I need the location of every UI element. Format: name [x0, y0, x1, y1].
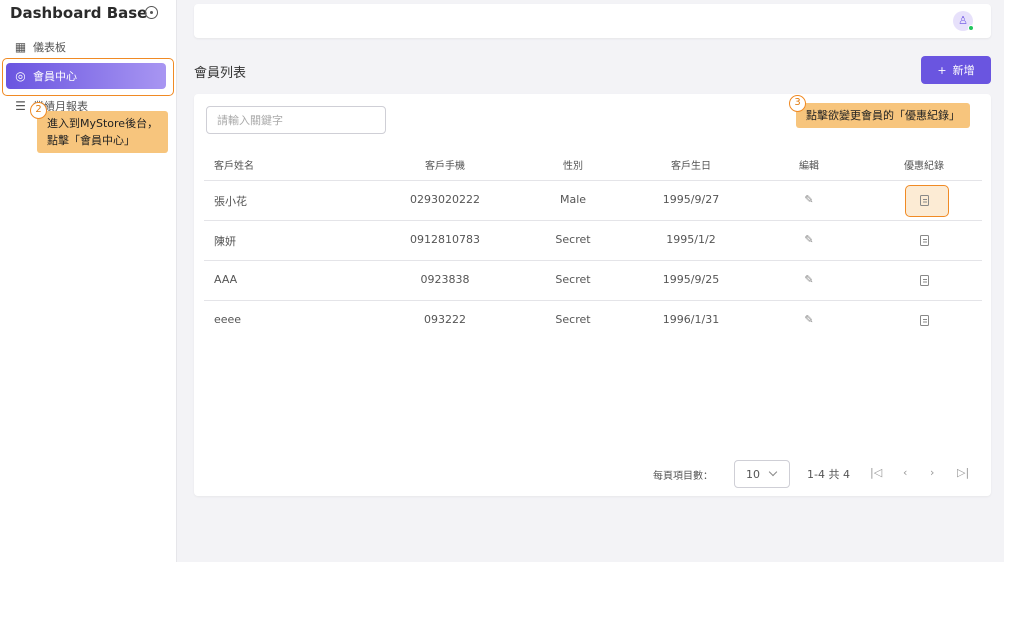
cell-name: AAA	[214, 273, 238, 286]
coupon-record-icon[interactable]	[920, 275, 929, 286]
column-header-birthday: 客戶生日	[671, 161, 711, 172]
per-page-label: 每頁項目數：	[653, 471, 713, 482]
page-range: 1-4 共 4	[807, 468, 850, 481]
cell-gender: Secret	[555, 233, 591, 246]
member-list-card: 客戶姓名 客戶手機 性別 客戶生日 編輯 優惠紀錄 張小花 0293020222…	[194, 94, 991, 496]
divider	[204, 220, 982, 221]
cell-gender: Secret	[555, 313, 591, 326]
search-input[interactable]	[206, 106, 386, 134]
add-member-button[interactable]: + 新增	[921, 56, 991, 84]
coupon-record-icon[interactable]	[920, 235, 929, 246]
step2-tooltip: 進入到MyStore後台， 點擊「會員中心」	[37, 111, 169, 153]
column-header-gender: 性別	[563, 161, 583, 172]
column-header-edit: 編輯	[799, 161, 819, 172]
step2-text-line2: 點擊「會員中心」	[47, 134, 135, 147]
sidebar-item-label: 儀表板	[33, 41, 66, 54]
sidebar-item-dashboard[interactable]: ▦ 儀表板	[14, 39, 66, 55]
sidebar-toggle-icon[interactable]	[145, 6, 158, 19]
sidebar: Dashboard Base ▦ 儀表板 ◎ 會員中心 ☰ 業績月報表	[0, 0, 177, 562]
step2-text-line1: 進入到MyStore後台，	[47, 117, 159, 130]
coupon-record-icon[interactable]	[920, 195, 929, 206]
divider	[204, 180, 982, 181]
per-page-value: 10	[746, 467, 760, 481]
last-page-icon[interactable]: ▷|	[957, 466, 969, 479]
page-title: 會員列表	[194, 66, 247, 81]
cell-name: 陳妍	[214, 235, 236, 248]
cell-birthday: 1995/9/27	[662, 193, 720, 206]
prev-page-icon[interactable]: ‹	[903, 466, 907, 479]
online-status-dot	[968, 25, 974, 31]
chevron-down-icon	[768, 467, 778, 477]
cell-name: 張小花	[214, 195, 247, 208]
divider	[204, 300, 982, 301]
add-button-label: 新增	[952, 64, 975, 77]
highlight-members	[2, 58, 174, 96]
cell-phone: 0923838	[420, 273, 470, 286]
edit-icon[interactable]: ✎	[804, 313, 813, 326]
column-header-name: 客戶姓名	[214, 161, 254, 172]
edit-icon[interactable]: ✎	[804, 233, 813, 246]
plus-icon: +	[937, 63, 947, 77]
cell-phone: 0293020222	[410, 193, 480, 206]
top-bar: ♙	[194, 4, 991, 38]
next-page-icon[interactable]: ›	[930, 466, 934, 479]
user-avatar[interactable]: ♙	[953, 11, 974, 31]
divider	[204, 260, 982, 261]
column-header-phone: 客戶手機	[425, 161, 465, 172]
per-page-select[interactable]: 10	[734, 460, 790, 488]
cell-phone: 0912810783	[410, 233, 480, 246]
cell-name: eeee	[214, 313, 242, 326]
edit-icon[interactable]: ✎	[804, 273, 813, 286]
user-icon: ♙	[958, 14, 968, 27]
step3-tooltip: 點擊欲變更會員的「優惠紀錄」	[796, 103, 970, 128]
cell-phone: 093222	[424, 313, 466, 326]
edit-icon[interactable]: ✎	[804, 193, 813, 206]
first-page-icon[interactable]: |◁	[870, 466, 882, 479]
brand-title: Dashboard Base	[10, 4, 148, 22]
step3-text: 點擊欲變更會員的「優惠紀錄」	[806, 109, 960, 122]
list-icon: ☰	[15, 99, 26, 113]
column-header-coupon-record: 優惠紀錄	[904, 161, 944, 172]
cell-gender: Male	[559, 193, 587, 206]
app-window: Dashboard Base ▦ 儀表板 ◎ 會員中心 ☰ 業績月報表 ♙ 會員…	[0, 0, 1004, 562]
grid-icon: ▦	[14, 40, 27, 54]
cell-birthday: 1995/9/25	[662, 273, 720, 286]
step2-badge: 2	[30, 102, 47, 119]
cell-gender: Secret	[555, 273, 591, 286]
cell-birthday: 1996/1/31	[662, 313, 720, 326]
step3-badge: 3	[789, 95, 806, 112]
cell-birthday: 1995/1/2	[666, 233, 716, 246]
coupon-record-icon[interactable]	[920, 315, 929, 326]
